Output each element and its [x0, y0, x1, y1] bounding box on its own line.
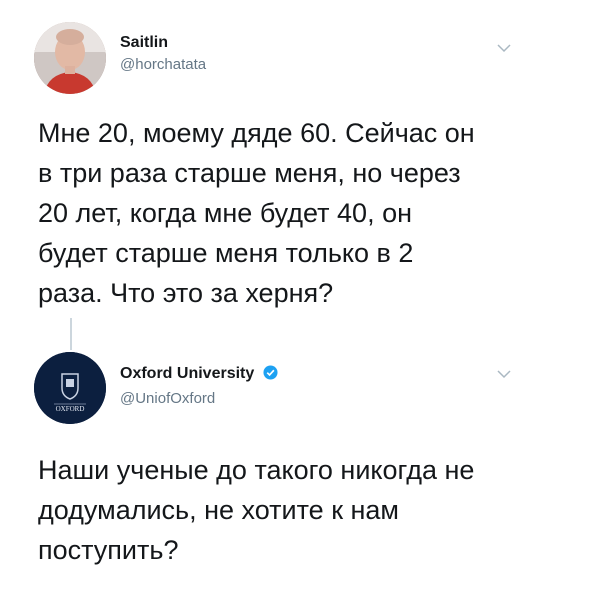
- tweet-text-line: 20 лет, когда мне будет 40, он: [38, 198, 412, 228]
- chevron-down-icon[interactable]: [496, 366, 512, 382]
- user-handle[interactable]: @UniofOxford: [120, 390, 215, 407]
- tweet-text-line: будет старше меня только в 2: [38, 238, 414, 268]
- display-name-text[interactable]: Oxford University: [120, 365, 254, 382]
- oxford-crest-logo: OXFORD: [34, 352, 106, 424]
- tweet-text-line: в три раза старше меня, но через: [38, 158, 461, 188]
- thread-connector: [70, 318, 72, 350]
- avatar[interactable]: OXFORD: [34, 352, 106, 424]
- display-name[interactable]: Saitlin: [120, 34, 168, 52]
- tweet-text-line: раза. Что это за херня?: [38, 278, 334, 308]
- tweet-text: Наши ученые до такого никогда не додумал…: [38, 450, 578, 570]
- verified-badge-icon: [263, 365, 278, 380]
- tweet-text-line: Наши ученые до такого никогда не: [38, 455, 475, 485]
- user-handle[interactable]: @horchatata: [120, 56, 206, 73]
- tweet-text: Мне 20, моему дяде 60. Сейчас он в три р…: [38, 113, 578, 313]
- tweet-text-line: поступить?: [38, 535, 179, 565]
- avatar-photo: [34, 22, 106, 94]
- tweet-text-line: Мне 20, моему дяде 60. Сейчас он: [38, 118, 475, 148]
- avatar[interactable]: [34, 22, 106, 94]
- chevron-down-icon[interactable]: [496, 40, 512, 56]
- oxford-logo-text: OXFORD: [56, 405, 85, 413]
- tweet-text-line: додумались, не хотите к нам: [38, 495, 399, 525]
- display-name[interactable]: Oxford University: [120, 365, 278, 383]
